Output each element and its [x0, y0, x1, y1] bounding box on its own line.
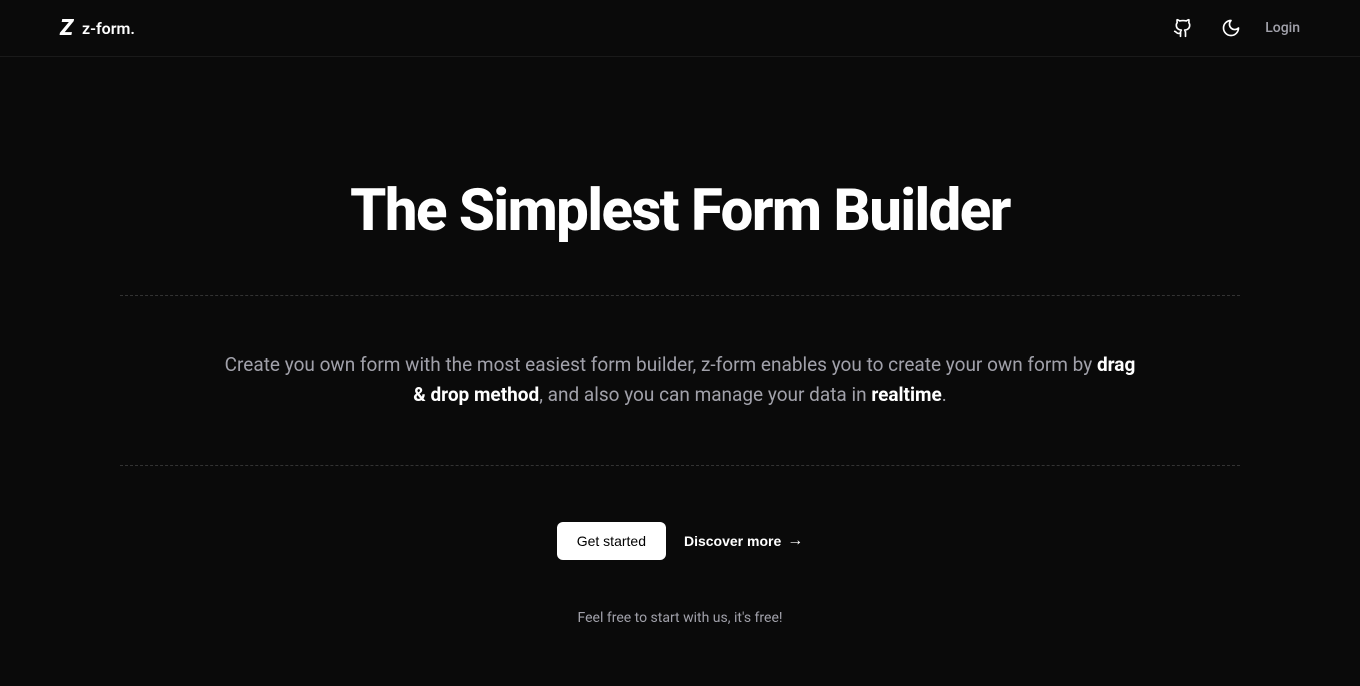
- hero-description: Create you own form with the most easies…: [120, 296, 1240, 465]
- tagline: Feel free to start with us, it's free!: [120, 610, 1240, 626]
- header: Z z-form. Login: [0, 0, 1360, 57]
- desc-text-3: .: [942, 383, 947, 406]
- desc-text-1: Create you own form with the most easies…: [225, 353, 1097, 376]
- desc-bold-2: realtime: [871, 383, 941, 406]
- discover-more-label: Discover more: [684, 533, 781, 549]
- theme-toggle-icon[interactable]: [1217, 14, 1245, 42]
- cta-row: Get started Discover more →: [120, 522, 1240, 560]
- hero-section: The Simplest Form Builder Create you own…: [120, 57, 1240, 626]
- github-icon[interactable]: [1169, 14, 1197, 42]
- brand-name[interactable]: z-form.: [82, 19, 135, 38]
- header-left: Z z-form.: [60, 16, 135, 41]
- login-link[interactable]: Login: [1265, 20, 1300, 36]
- divider-bottom: [120, 465, 1240, 466]
- logo-icon: Z: [60, 16, 72, 41]
- get-started-button[interactable]: Get started: [557, 522, 666, 560]
- discover-more-button[interactable]: Discover more →: [684, 532, 803, 550]
- header-right: Login: [1169, 14, 1300, 42]
- desc-text-2: , and also you can manage your data in: [539, 383, 871, 406]
- arrow-right-icon: →: [787, 532, 803, 550]
- hero-title: The Simplest Form Builder: [120, 177, 1240, 245]
